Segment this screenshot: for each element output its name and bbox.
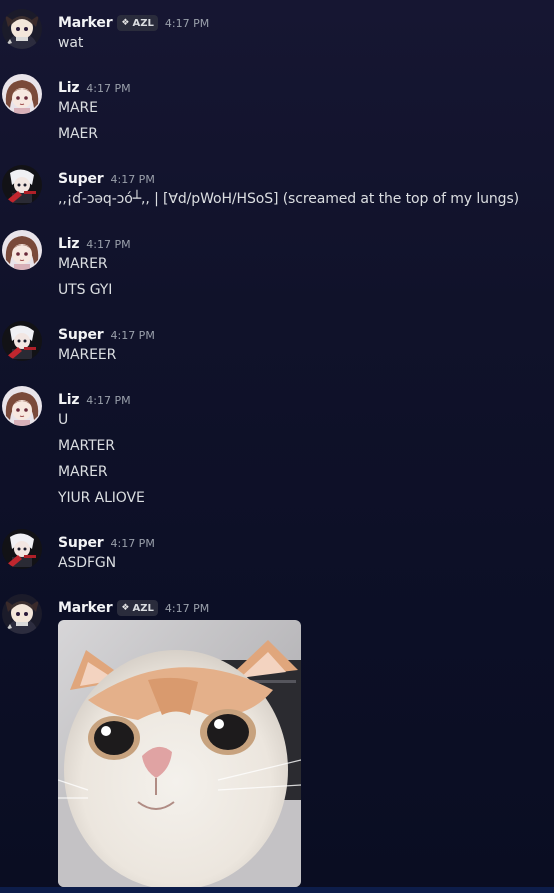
message-text: MARER xyxy=(58,464,108,480)
marker-avatar[interactable] xyxy=(2,594,42,634)
message-header: Super 4:17 PM xyxy=(58,532,155,554)
message-text: ,,¡ɗ-ɔǝq-ɔó┴,, | [ꓯd/pWoH/HSoS] (screame… xyxy=(58,191,520,207)
liz-avatar[interactable] xyxy=(2,74,42,114)
username[interactable]: Liz xyxy=(58,80,79,96)
diamond-badge-icon: ❖ xyxy=(121,603,130,613)
timestamp[interactable]: 4:17 PM xyxy=(165,17,209,30)
timestamp[interactable]: 4:17 PM xyxy=(110,173,154,186)
timestamp[interactable]: 4:17 PM xyxy=(86,394,130,407)
message-header: Marker ❖ AZL 4:17 PM xyxy=(58,597,209,619)
liz-avatar[interactable] xyxy=(2,386,42,426)
message-text: wat xyxy=(58,35,84,51)
username[interactable]: Marker xyxy=(58,600,113,616)
server-tag[interactable]: ❖ AZL xyxy=(117,15,158,31)
timestamp[interactable]: 4:17 PM xyxy=(110,329,154,342)
message-text: YIUR ALIOVE xyxy=(58,490,145,506)
username[interactable]: Liz xyxy=(58,236,79,252)
timestamp[interactable]: 4:17 PM xyxy=(165,602,209,615)
marker-avatar[interactable] xyxy=(2,9,42,49)
message-header: Liz 4:17 PM xyxy=(58,77,131,99)
timestamp[interactable]: 4:17 PM xyxy=(86,238,130,251)
message-header: Liz 4:17 PM xyxy=(58,233,131,255)
diamond-badge-icon: ❖ xyxy=(121,18,130,28)
server-tag[interactable]: ❖ AZL xyxy=(117,600,158,616)
username[interactable]: Marker xyxy=(58,15,113,31)
message-header: Super 4:17 PM xyxy=(58,324,155,346)
message-text: MARTER xyxy=(58,438,115,454)
liz-avatar[interactable] xyxy=(2,230,42,270)
message-input-edge xyxy=(0,887,554,893)
timestamp[interactable]: 4:17 PM xyxy=(110,537,154,550)
username[interactable]: Super xyxy=(58,535,104,551)
message-text: ASDFGN xyxy=(58,555,117,571)
super-avatar[interactable] xyxy=(2,529,42,569)
server-tag-label: AZL xyxy=(132,602,154,614)
message-text: MAREER xyxy=(58,347,117,363)
username[interactable]: Liz xyxy=(58,392,79,408)
message-header: Super 4:17 PM xyxy=(58,168,155,190)
username[interactable]: Super xyxy=(58,327,104,343)
message-text: MARE xyxy=(58,100,98,116)
super-avatar[interactable] xyxy=(2,165,42,205)
username[interactable]: Super xyxy=(58,171,104,187)
server-tag-label: AZL xyxy=(132,17,154,29)
message-text: U xyxy=(58,412,69,428)
message-text: UTS GYI xyxy=(58,282,113,298)
super-avatar[interactable] xyxy=(2,321,42,361)
message-header: Liz 4:17 PM xyxy=(58,389,131,411)
message-text: MAER xyxy=(58,126,98,142)
cat-photo[interactable] xyxy=(58,620,301,887)
message-header: Marker ❖ AZL 4:17 PM xyxy=(58,12,209,34)
timestamp[interactable]: 4:17 PM xyxy=(86,82,130,95)
message-text: MARER xyxy=(58,256,108,272)
